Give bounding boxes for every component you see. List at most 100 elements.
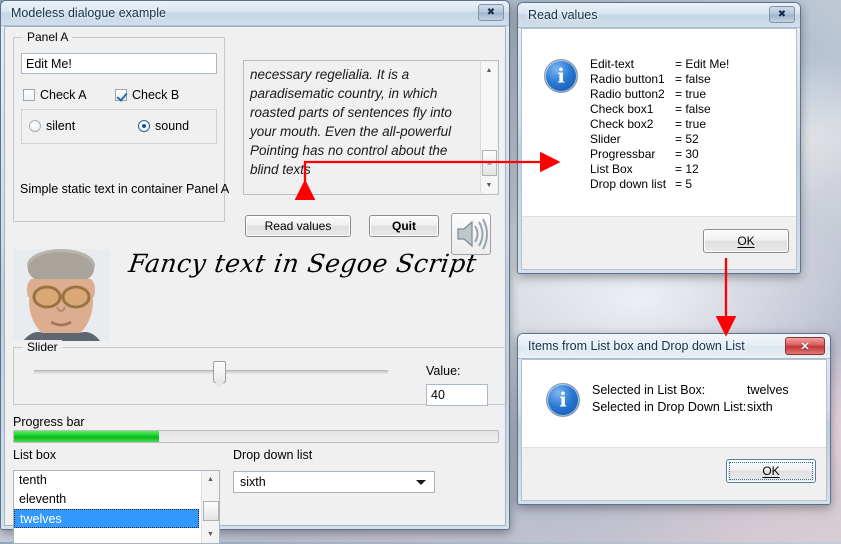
- list-item[interactable]: eleventh: [14, 490, 219, 509]
- table-row: Radio button2 = true: [590, 87, 729, 102]
- slider-groupbox: Slider Value:: [13, 340, 507, 406]
- ok-button[interactable]: OK: [726, 459, 816, 483]
- ok-button-label: OK: [762, 464, 780, 478]
- row-key: Edit-text: [590, 57, 635, 71]
- memo-scroll-thumb[interactable]: ≡: [482, 150, 497, 176]
- table-row: Selected in Drop Down List: sixth: [592, 399, 789, 416]
- read-dialog-title: Read values: [528, 8, 598, 22]
- slider-value-label: Value:: [426, 364, 461, 378]
- checkbox-b-box[interactable]: [115, 89, 127, 101]
- slider-value-input[interactable]: [426, 384, 488, 406]
- progress-bar-fill: [14, 431, 160, 442]
- main-window-title: Modeless dialogue example: [11, 6, 166, 20]
- ok-button-label: OK: [737, 234, 755, 248]
- row-value: = Edit Me!: [675, 57, 730, 71]
- row-value: = false: [675, 72, 711, 86]
- row-value: = 5: [675, 177, 693, 191]
- list-item-selected[interactable]: twelves: [14, 509, 199, 528]
- row-value: = true: [675, 117, 707, 131]
- items-dialog: Items from List box and Drop down List ✕…: [517, 333, 831, 505]
- items-dialog-client: Selected in List Box: twelves Selected i…: [521, 359, 827, 501]
- checkbox-a-box[interactable]: [23, 89, 35, 101]
- table-row: Progressbar = 30: [590, 147, 729, 162]
- row-value: sixth: [747, 400, 773, 414]
- read-values-dialog: Read values ✖ Edit-text = Edit Me! Radio…: [517, 2, 801, 274]
- table-row: Check box1 = false: [590, 102, 729, 117]
- row-value: = false: [675, 102, 711, 116]
- table-row: Radio button1 = false: [590, 72, 729, 87]
- read-values-button[interactable]: Read values: [245, 215, 351, 237]
- portrait-photo: [13, 249, 110, 341]
- main-window-client: Panel A Check A Check B silent sound Sim…: [4, 26, 507, 544]
- close-icon[interactable]: ✕: [785, 337, 825, 355]
- items-dialog-title: Items from List box and Drop down List: [528, 339, 745, 353]
- read-dialog-titlebar[interactable]: Read values ✖: [518, 3, 800, 28]
- items-dialog-body: Selected in List Box: twelves Selected i…: [522, 360, 826, 448]
- row-value: = 12: [675, 162, 699, 176]
- fancy-text-label: Fancy text in Segoe Script: [126, 249, 479, 278]
- radio-silent-button[interactable]: [29, 120, 41, 132]
- row-key: Radio button1: [590, 72, 665, 86]
- radio-sound-label: sound: [155, 119, 190, 133]
- chevron-down-icon[interactable]: [416, 480, 426, 485]
- scroll-up-icon[interactable]: ▲: [202, 471, 219, 488]
- edit-input[interactable]: [21, 53, 217, 74]
- main-window-titlebar[interactable]: Modeless dialogue example ✖: [1, 1, 509, 26]
- close-icon[interactable]: ✖: [478, 4, 504, 21]
- row-value: = 30: [675, 147, 699, 161]
- slider-thumb[interactable]: [213, 361, 227, 388]
- window-frame: Read values ✖ Edit-text = Edit Me! Radio…: [518, 3, 800, 273]
- table-row: Check box2 = true: [590, 117, 729, 132]
- items-dialog-footer: OK: [522, 447, 826, 500]
- memo-text: necessary regelialia. It is a paradisema…: [250, 67, 452, 177]
- speaker-icon: [457, 218, 488, 250]
- list-item[interactable]: tenth: [14, 471, 219, 490]
- memo-scrollbar[interactable]: ▲ ≡ ▼: [480, 62, 497, 193]
- window-frame: Modeless dialogue example ✖ Panel A Chec…: [1, 1, 509, 544]
- table-row: Edit-text = Edit Me!: [590, 57, 729, 72]
- items-dialog-titlebar[interactable]: Items from List box and Drop down List ✕: [518, 334, 830, 359]
- checkbox-b-label: Check B: [132, 88, 180, 102]
- panel-a-static-text: Simple static text in container Panel A: [20, 182, 230, 196]
- radio-silent[interactable]: silent: [29, 119, 75, 133]
- dropdown-label: Drop down list: [233, 448, 313, 462]
- scroll-down-icon[interactable]: ▼: [481, 177, 497, 193]
- scroll-down-icon[interactable]: ▼: [202, 526, 219, 543]
- listbox-label: List box: [13, 448, 57, 462]
- memo-textarea[interactable]: necessary regelialia. It is a paradisema…: [243, 60, 499, 195]
- row-key: Selected in Drop Down List:: [592, 400, 747, 414]
- checkbox-check-a[interactable]: Check A: [23, 88, 87, 102]
- checkbox-check-b[interactable]: Check B: [115, 88, 179, 102]
- scroll-up-icon[interactable]: ▲: [481, 62, 497, 78]
- ok-button[interactable]: OK: [703, 229, 789, 253]
- close-icon[interactable]: ✖: [769, 6, 795, 23]
- listbox-scroll-thumb[interactable]: [203, 501, 219, 521]
- row-key: List Box: [590, 162, 633, 176]
- row-key: Check box1: [590, 102, 654, 116]
- slider-track[interactable]: [34, 370, 388, 374]
- row-key: Radio button2: [590, 87, 665, 101]
- table-row: Slider = 52: [590, 132, 729, 147]
- table-row: Selected in List Box: twelves: [592, 382, 789, 399]
- info-icon: [544, 59, 578, 93]
- dropdown-select[interactable]: sixth: [233, 471, 435, 493]
- info-icon: [546, 383, 580, 417]
- read-dialog-body: Edit-text = Edit Me! Radio button1 = fal…: [522, 29, 796, 217]
- read-dialog-footer: OK: [522, 216, 796, 269]
- row-key: Drop down list: [590, 177, 667, 191]
- checkbox-a-label: Check A: [40, 88, 87, 102]
- table-row: List Box = 12: [590, 162, 729, 177]
- main-window: Modeless dialogue example ✖ Panel A Chec…: [0, 0, 510, 544]
- window-frame: Items from List box and Drop down List ✕…: [518, 334, 830, 504]
- listbox[interactable]: tenth eleventh twelves ▲ ▼: [13, 470, 220, 544]
- quit-button[interactable]: Quit: [369, 215, 439, 237]
- table-row: Drop down list = 5: [590, 177, 729, 192]
- row-key: Progressbar: [590, 147, 656, 161]
- listbox-scrollbar[interactable]: ▲ ▼: [201, 471, 219, 543]
- slider-legend: Slider: [23, 340, 62, 354]
- radio-sound[interactable]: sound: [138, 119, 189, 133]
- row-key: Slider: [590, 132, 621, 146]
- radio-sound-button[interactable]: [138, 120, 150, 132]
- read-dialog-client: Edit-text = Edit Me! Radio button1 = fal…: [521, 28, 797, 270]
- dropdown-selected-value: sixth: [240, 475, 266, 489]
